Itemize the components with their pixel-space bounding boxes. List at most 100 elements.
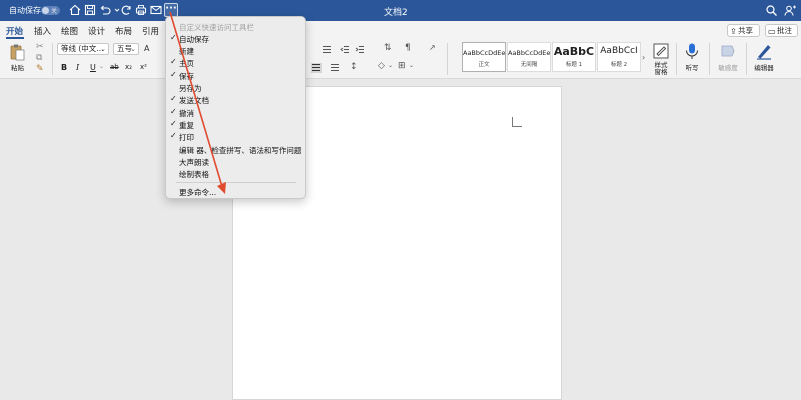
styles-pane-button[interactable]: 样式 窗格 <box>650 42 672 76</box>
text-direction-icon[interactable]: ↗ <box>429 43 436 52</box>
menu-item-label: 发送文档 <box>179 96 209 105</box>
undo-dropdown-icon[interactable] <box>110 3 120 17</box>
menu-item-autosave[interactable]: ✓ 自动保存 <box>166 33 305 45</box>
borders-icon[interactable]: ⊞ <box>398 61 406 71</box>
editor-button[interactable]: 编辑器 <box>751 42 777 72</box>
tab-home[interactable]: 开始 <box>6 25 23 37</box>
account-icon[interactable] <box>784 4 797 17</box>
menu-separator <box>176 182 296 183</box>
shading-icon[interactable]: ◇ <box>378 61 385 71</box>
style-heading-2[interactable]: AaBbCcI 标题 2 <box>597 42 641 72</box>
increase-indent-icon[interactable] <box>355 45 365 54</box>
italic-button[interactable]: I <box>76 63 79 72</box>
menu-item-label: 自动保存 <box>179 35 209 44</box>
superscript-button[interactable]: x² <box>140 63 147 71</box>
style-heading-1[interactable]: AaBbC 标题 1 <box>552 42 596 72</box>
sensitivity-label: 敏感度 <box>718 64 738 72</box>
ribbon-divider <box>746 43 747 75</box>
document-title: 文档2 <box>384 8 408 18</box>
style-sample: AaBbCcDdEe <box>463 49 506 57</box>
autosave-toggle[interactable]: 关 <box>41 6 60 15</box>
menu-item-print[interactable]: ✓ 打印 <box>166 131 305 143</box>
menu-item-new[interactable]: 新建 <box>166 45 305 57</box>
margin-corner-mark <box>512 117 522 127</box>
style-name: 无间隔 <box>520 62 538 68</box>
shading-dropdown-icon[interactable]: ⌄ <box>388 62 393 69</box>
chevron-down-icon: ⌄ <box>100 45 106 53</box>
menu-item-undo[interactable]: ✓ 撤消 <box>166 107 305 119</box>
line-spacing-icon[interactable]: ↕ <box>350 62 358 72</box>
menu-item-save-as[interactable]: 另存为 <box>166 82 305 94</box>
grow-font-icon[interactable]: A <box>144 44 149 53</box>
font-name-select[interactable]: 等线 (中文... ⌄ <box>57 43 109 55</box>
tab-insert[interactable]: 插入 <box>34 25 51 37</box>
menu-item-label: 主页 <box>179 59 194 68</box>
font-name-value: 等线 (中文... <box>61 44 104 53</box>
ribbon-tabs: 开始 插入 绘图 设计 布局 引用 ⇪ 共享 ▭ 批注 <box>0 21 801 39</box>
sensitivity-button[interactable]: 敏感度 <box>714 42 742 72</box>
save-icon[interactable] <box>83 3 97 17</box>
menu-item-editor[interactable]: 编辑 器、检查拼写、语法和写作问题 <box>166 144 305 156</box>
toggle-knob <box>42 7 49 14</box>
menu-item-save[interactable]: ✓ 保存 <box>166 70 305 82</box>
editor-icon <box>757 45 771 60</box>
menu-item-read-aloud[interactable]: 大声朗读 <box>166 156 305 168</box>
send-icon[interactable] <box>149 3 163 17</box>
tab-design[interactable]: 设计 <box>88 25 105 37</box>
cut-icon[interactable]: ✂ <box>36 42 44 52</box>
sort-icon[interactable]: ⇅ <box>384 43 392 53</box>
tab-draw[interactable]: 绘图 <box>61 25 78 37</box>
menu-item-label: 绘制表格 <box>179 170 209 179</box>
more-commands-button[interactable]: ··· <box>164 3 178 17</box>
check-icon: ✓ <box>170 131 177 140</box>
print-icon[interactable] <box>134 3 148 17</box>
sensitivity-icon <box>721 45 735 57</box>
bold-button[interactable]: B <box>61 63 67 72</box>
style-no-spacing[interactable]: AaBbCcDdEe 无间隔 <box>507 42 551 72</box>
justify-icon[interactable] <box>311 63 322 73</box>
menu-item-label: 撤消 <box>179 109 194 118</box>
redo-icon[interactable] <box>119 3 133 17</box>
share-icon: ⇪ <box>730 27 737 36</box>
styles-pane-label: 样式 窗格 <box>654 61 668 76</box>
distributed-icon[interactable] <box>330 63 340 72</box>
comments-button[interactable]: ▭ 批注 <box>765 24 798 37</box>
share-button[interactable]: ⇪ 共享 <box>727 24 760 37</box>
autosave-label: 自动保存 <box>9 6 41 15</box>
share-label: 共享 <box>738 26 753 35</box>
ribbon-divider <box>676 43 677 75</box>
font-size-select[interactable]: 五号 ⌄ <box>113 43 139 55</box>
menu-item-send-document[interactable]: ✓ 发送文档 <box>166 94 305 106</box>
ribbon-divider <box>447 43 448 75</box>
dictate-button[interactable]: 听写 <box>681 42 703 72</box>
strikethrough-button[interactable]: ab <box>110 63 119 71</box>
search-icon[interactable] <box>765 4 778 17</box>
bullet-list-icon[interactable] <box>322 45 332 54</box>
paragraph-mark-icon[interactable]: ¶ <box>405 43 411 53</box>
home-icon[interactable] <box>68 3 82 17</box>
menu-item-home[interactable]: ✓ 主页 <box>166 57 305 69</box>
style-sample: AaBbCcI <box>600 46 638 56</box>
subscript-button[interactable]: x₂ <box>125 63 132 71</box>
tab-layout[interactable]: 布局 <box>115 25 132 37</box>
style-sample: AaBbCcDdEe <box>508 49 551 57</box>
tab-references[interactable]: 引用 <box>142 25 159 37</box>
copy-icon[interactable]: ⧉ <box>36 53 42 63</box>
menu-item-label: 大声朗读 <box>179 158 209 167</box>
decrease-indent-icon[interactable] <box>340 45 350 54</box>
chevron-down-icon: ⌄ <box>130 45 136 53</box>
styles-gallery-expand-icon[interactable]: › <box>642 53 645 62</box>
menu-item-draw-table[interactable]: 绘制表格 <box>166 168 305 180</box>
comment-label: 批注 <box>777 26 792 35</box>
style-normal[interactable]: AaBbCcDdEe 正文 <box>462 42 506 72</box>
title-bar: 自动保存 关 ··· 文档2 <box>0 0 801 21</box>
underline-dropdown-icon[interactable]: ⌄ <box>99 63 104 70</box>
menu-item-more-commands[interactable]: 更多命令... <box>179 187 216 198</box>
menu-item-redo[interactable]: ✓ 重复 <box>166 119 305 131</box>
format-painter-icon[interactable]: ✎ <box>36 64 44 74</box>
paste-icon[interactable] <box>9 43 25 61</box>
dictate-label: 听写 <box>685 64 699 72</box>
underline-button[interactable]: U <box>90 63 96 72</box>
borders-dropdown-icon[interactable]: ⌄ <box>409 62 414 69</box>
menu-item-label: 编辑 器、检查拼写、语法和写作问题 <box>179 146 302 155</box>
